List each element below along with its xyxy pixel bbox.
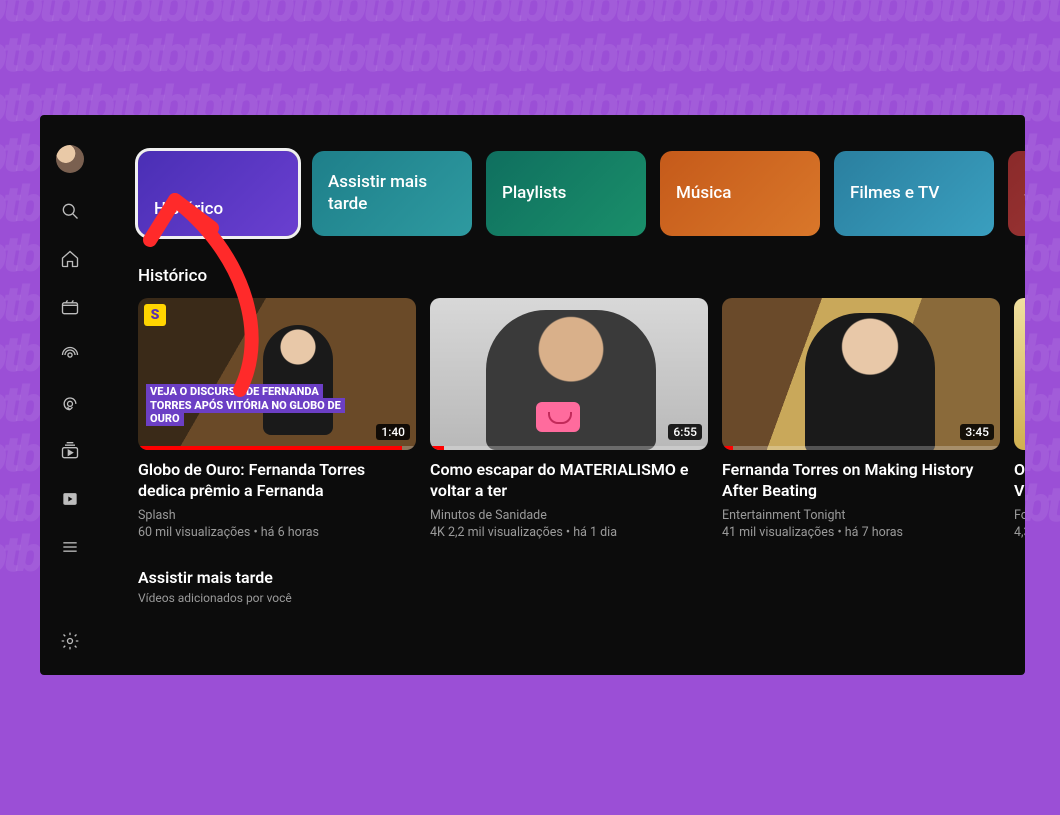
tab-seu[interactable]: Seu bbox=[1008, 151, 1025, 236]
progress-bar bbox=[430, 446, 708, 450]
video-title: Fernanda Torres on Making History After … bbox=[722, 460, 1000, 502]
tab-playlists[interactable]: Playlists bbox=[486, 151, 646, 236]
video-channel: Minutos de Sanidade bbox=[430, 508, 708, 523]
tab-label: Seu bbox=[1024, 183, 1025, 204]
tab-assistir-mais-tarde[interactable]: Assistir mais tarde bbox=[312, 151, 472, 236]
avatar[interactable] bbox=[56, 145, 84, 173]
video-channel: Entertainment Tonight bbox=[722, 508, 1000, 523]
section-subtitle-watch-later: Vídeos adicionados por você bbox=[138, 591, 1025, 605]
video-card[interactable]: 3:45 Fernanda Torres on Making History A… bbox=[722, 298, 1000, 540]
search-icon[interactable] bbox=[60, 201, 80, 221]
video-duration: 3:45 bbox=[960, 424, 994, 440]
podcast-icon[interactable] bbox=[60, 345, 80, 365]
video-channel: Splash bbox=[138, 508, 416, 523]
video-meta: 4,3 mil bbox=[1014, 525, 1025, 540]
thumbnail-art bbox=[805, 313, 935, 450]
library-icon[interactable] bbox=[60, 489, 80, 509]
video-thumbnail: 3:45 bbox=[722, 298, 1000, 450]
thumbnail-art bbox=[536, 402, 580, 432]
video-duration: 6:55 bbox=[668, 424, 702, 440]
video-title: Globo de Ouro: Fernanda Torres dedica pr… bbox=[138, 460, 416, 502]
menu-icon[interactable] bbox=[60, 537, 80, 557]
shorts-icon[interactable] bbox=[60, 297, 80, 317]
video-card[interactable]: OS C VEN Fora d 4,3 mil bbox=[1014, 298, 1025, 540]
video-title: OS C VEN bbox=[1014, 460, 1025, 502]
video-thumbnail bbox=[1014, 298, 1025, 450]
settings-icon[interactable] bbox=[60, 631, 80, 651]
channel-badge: S bbox=[144, 304, 166, 326]
sidebar bbox=[40, 115, 100, 675]
video-title: Como escapar do MATERIALISMO e voltar a … bbox=[430, 460, 708, 502]
video-card[interactable]: S VEJA O DISCURSO DE FERNANDA TORRES APÓ… bbox=[138, 298, 416, 540]
video-thumbnail: S VEJA O DISCURSO DE FERNANDA TORRES APÓ… bbox=[138, 298, 416, 450]
thumbnail-overlay-text: VEJA O DISCURSO DE FERNANDA TORRES APÓS … bbox=[146, 385, 356, 426]
tab-historico[interactable]: Histórico bbox=[138, 151, 298, 236]
section-title-watch-later: Assistir mais tarde bbox=[138, 568, 1025, 587]
connected-icon[interactable] bbox=[60, 393, 80, 413]
tab-label: Assistir mais tarde bbox=[328, 172, 456, 215]
video-duration: 1:40 bbox=[376, 424, 410, 440]
home-icon[interactable] bbox=[60, 249, 80, 269]
video-card[interactable]: 6:55 Como escapar do MATERIALISMO e volt… bbox=[430, 298, 708, 540]
main-content: Histórico Assistir mais tarde Playlists … bbox=[100, 115, 1025, 675]
tab-musica[interactable]: Música bbox=[660, 151, 820, 236]
category-tabs: Histórico Assistir mais tarde Playlists … bbox=[138, 151, 1025, 236]
video-meta: 41 mil visualizações • há 7 horas bbox=[722, 525, 1000, 540]
subscriptions-icon[interactable] bbox=[60, 441, 80, 461]
tab-label: Playlists bbox=[502, 183, 566, 204]
video-thumbnail: 6:55 bbox=[430, 298, 708, 450]
tab-label: Histórico bbox=[154, 199, 223, 220]
tab-label: Música bbox=[676, 183, 731, 204]
tv-app-frame: Histórico Assistir mais tarde Playlists … bbox=[40, 115, 1025, 675]
video-meta: 60 mil visualizações • há 6 horas bbox=[138, 525, 416, 540]
tab-filmes-e-tv[interactable]: Filmes e TV bbox=[834, 151, 994, 236]
progress-bar bbox=[138, 446, 416, 450]
section-title-historico: Histórico bbox=[138, 266, 1025, 286]
video-meta: 4K 2,2 mil visualizações • há 1 dia bbox=[430, 525, 708, 540]
tab-label: Filmes e TV bbox=[850, 183, 939, 204]
video-channel: Fora d bbox=[1014, 508, 1025, 523]
video-row-historico: S VEJA O DISCURSO DE FERNANDA TORRES APÓ… bbox=[138, 298, 1025, 540]
progress-bar bbox=[722, 446, 1000, 450]
